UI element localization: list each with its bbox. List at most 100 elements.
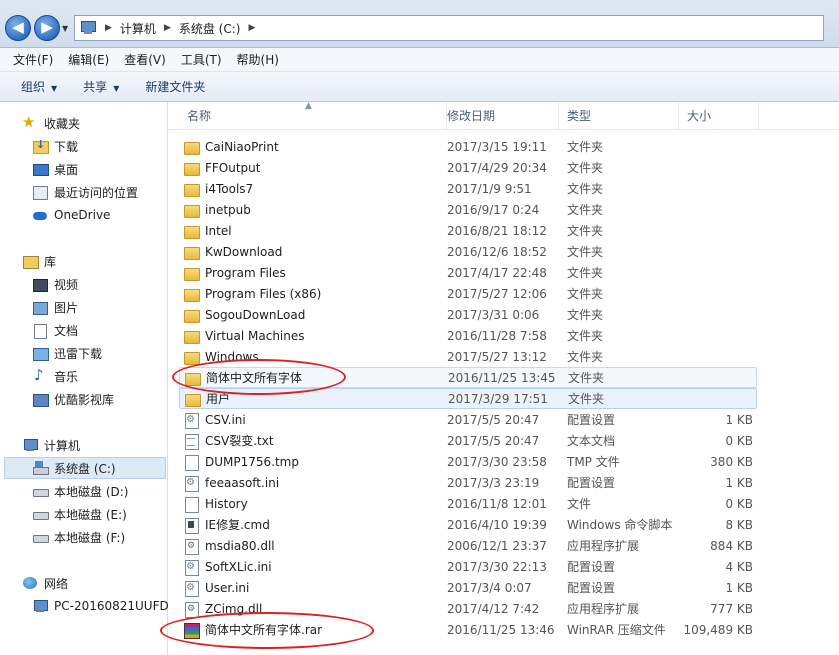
file-name: i4Tools7	[205, 181, 254, 196]
file-row[interactable]: Program Files (x86) 2017/5/27 12:06 文件夹	[179, 283, 757, 304]
cloud-icon	[32, 208, 48, 222]
file-row[interactable]: msdia80.dll2006/12/1 23:37应用程序扩展884 KB	[179, 535, 757, 556]
folder-icon	[183, 160, 200, 176]
file-name-cell: CaiNiaoPrint	[183, 139, 441, 155]
column-header-size[interactable]: 大小	[679, 102, 759, 130]
scrollbar[interactable]	[822, 130, 839, 655]
file-size: 884 KB	[710, 538, 753, 553]
file-row[interactable]: ZCimg.dll2017/4/12 7:42应用程序扩展777 KB	[179, 598, 757, 619]
nav-videos[interactable]: 视频	[32, 273, 78, 295]
computer-icon	[22, 438, 38, 452]
file-size: 0 KB	[725, 433, 753, 448]
file-row[interactable]: CSV裂变.txt 2017/5/5 20:47 文本文档 0 KB	[179, 430, 757, 451]
chevron-right-icon[interactable]: ▶	[164, 23, 171, 33]
file-type: 文件夹	[567, 287, 604, 301]
new-folder-button[interactable]: 新建文件夹	[145, 78, 205, 95]
share-button[interactable]: 共享 ▼	[83, 78, 119, 95]
file-row[interactable]: Program Files 2017/4/17 22:48 文件夹	[179, 262, 757, 283]
file-row[interactable]: Intel 2016/8/21 18:12 文件夹	[179, 220, 757, 241]
nav-onedrive[interactable]: OneDrive	[32, 204, 110, 226]
file-name: Program Files	[205, 265, 286, 280]
nav-drive-d[interactable]: 本地磁盘 (D:)	[32, 480, 128, 502]
nav-network-pc[interactable]: PC-20160821UUFD	[32, 595, 169, 617]
breadcrumb-computer[interactable]: 计算机	[120, 20, 156, 37]
column-header-date[interactable]: 修改日期	[439, 102, 559, 130]
nav-drive-f[interactable]: 本地磁盘 (F:)	[32, 526, 125, 548]
file-row[interactable]: Windows 2017/5/27 13:12 文件夹	[179, 346, 757, 367]
file-row[interactable]: History 2016/11/8 12:01 文件 0 KB	[179, 493, 757, 514]
file-row[interactable]: DUMP1756.tmp 2017/3/30 23:58 TMP 文件 380 KB	[179, 451, 757, 472]
file-name: Program Files (x86)	[205, 286, 322, 301]
nav-computer[interactable]: 计算机	[22, 434, 80, 456]
file-row[interactable]: CSV.ini2017/5/5 20:47配置设置1 KB	[179, 409, 757, 430]
file-name-cell: CSV裂变.txt	[183, 432, 441, 450]
nav-label: 库	[44, 254, 57, 269]
file-date: 2017/4/17 22:48	[447, 265, 547, 280]
settings-file-icon	[183, 475, 199, 492]
file-name: 简体中文所有字体.rar	[205, 623, 323, 637]
file-row[interactable]: KwDownload 2016/12/6 18:52 文件夹	[179, 241, 757, 262]
file-row[interactable]: 简体中文所有字体.rar 2016/11/25 13:46 WinRAR 压缩文件 1…	[179, 619, 757, 640]
organize-button[interactable]: 组织 ▼	[21, 78, 57, 95]
history-dropdown-icon[interactable]: ▼	[62, 24, 68, 33]
menu-tools[interactable]: 工具(T)	[181, 51, 222, 68]
file-date: 2016/8/21 18:12	[447, 223, 547, 238]
file-date: 2017/3/15 19:11	[447, 139, 547, 154]
nav-label: 收藏夹	[44, 116, 81, 131]
nav-recent-places[interactable]: 最近访问的位置	[32, 181, 138, 203]
menu-edit[interactable]: 编辑(E)	[68, 51, 109, 68]
text-file-icon	[183, 433, 199, 450]
settings-file-icon	[183, 559, 199, 576]
folder-icon	[183, 139, 200, 155]
nav-desktop[interactable]: 桌面	[32, 158, 78, 180]
menu-view[interactable]: 查看(V)	[124, 51, 166, 68]
nav-music[interactable]: 音乐	[32, 365, 78, 387]
nav-label: 本地磁盘 (D:)	[54, 484, 129, 499]
file-row[interactable]: FFOutput 2017/4/29 20:34 文件夹	[179, 157, 757, 178]
nav-drive-e[interactable]: 本地磁盘 (E:)	[32, 503, 127, 525]
column-header-name[interactable]: 名称	[179, 102, 447, 130]
menu-file[interactable]: 文件(F)	[13, 51, 53, 68]
nav-network[interactable]: 网络	[22, 572, 68, 594]
nav-xunlei-downloads[interactable]: 迅雷下载	[32, 342, 102, 364]
file-name-cell: Intel	[183, 223, 441, 239]
file-name-cell: History	[183, 496, 441, 513]
nav-favorites[interactable]: 收藏夹	[22, 112, 80, 134]
nav-pictures[interactable]: 图片	[32, 296, 78, 318]
file-row[interactable]: Virtual Machines 2016/11/28 7:58 文件夹	[179, 325, 757, 346]
address-box[interactable]: ▶ 计算机 ▶ 系统盘 (C:) ▶	[74, 15, 824, 41]
file-row[interactable]: i4Tools7 2017/1/9 9:51 文件夹	[179, 178, 757, 199]
file-date: 2017/3/29 17:51	[448, 391, 548, 406]
chevron-right-icon[interactable]: ▶	[105, 23, 112, 33]
file-row[interactable]: CaiNiaoPrint 2017/3/15 19:11 文件夹	[179, 136, 757, 157]
forward-button[interactable]: ▶	[34, 15, 60, 41]
video-icon	[32, 277, 48, 292]
back-button[interactable]: ◀	[5, 15, 31, 41]
nav-label: 迅雷下载	[54, 346, 103, 361]
column-header-bar: ▲ 名称 修改日期 类型 大小	[169, 101, 839, 130]
file-name: SogouDownLoad	[205, 307, 306, 322]
dll-file-icon	[183, 601, 199, 618]
file-type: 文件夹	[568, 392, 605, 406]
breadcrumb-drive-c[interactable]: 系统盘 (C:)	[179, 20, 241, 37]
nav-documents[interactable]: 文档	[32, 319, 78, 341]
file-row[interactable]: IE修复.cmd 2016/4/10 19:39 Windows 命令脚本 8 KB	[179, 514, 757, 535]
column-header-type[interactable]: 类型	[559, 102, 679, 130]
nav-label: PC-20160821UUFD	[54, 599, 169, 613]
file-row[interactable]: SoftXLic.ini2017/3/30 22:13配置设置4 KB	[179, 556, 757, 577]
file-row[interactable]: SogouDownLoad 2017/3/31 0:06 文件夹	[179, 304, 757, 325]
file-date: 2017/3/30 22:13	[447, 559, 547, 574]
nav-downloads[interactable]: 下载	[32, 135, 78, 157]
picture-icon	[32, 300, 48, 315]
file-row[interactable]: 简体中文所有字体 2016/11/25 13:45 文件夹	[179, 367, 757, 388]
file-row[interactable]: User.ini2017/3/4 0:07配置设置1 KB	[179, 577, 757, 598]
file-row[interactable]: feeaasoft.ini2017/3/3 23:19配置设置1 KB	[179, 472, 757, 493]
file-row[interactable]: 用户 2017/3/29 17:51 文件夹	[179, 388, 757, 409]
menu-help[interactable]: 帮助(H)	[237, 51, 279, 68]
file-row[interactable]: inetpub 2016/9/17 0:24 文件夹	[179, 199, 757, 220]
computer-icon	[32, 599, 48, 613]
nav-libraries[interactable]: 库	[22, 250, 56, 272]
chevron-right-icon[interactable]: ▶	[248, 23, 255, 33]
nav-drive-c[interactable]: 系统盘 (C:)	[4, 457, 166, 479]
nav-youku-library[interactable]: 优酷影视库	[32, 388, 114, 410]
